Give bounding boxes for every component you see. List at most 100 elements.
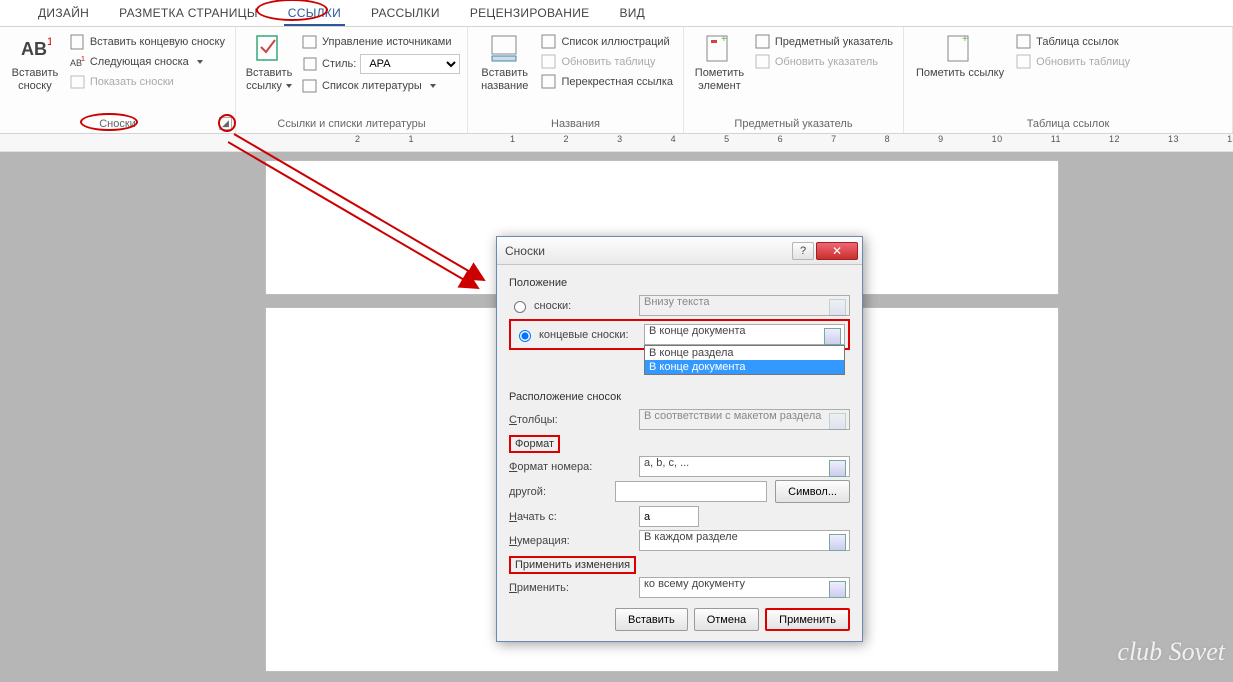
ruler-tick: 9 [938,134,944,144]
tab-view[interactable]: ВИД [615,4,649,26]
footnotes-location-value: Внизу текста [644,296,710,308]
endnotes-radio[interactable] [519,330,531,342]
group-citations: Вставить ссылку Управление источниками С… [236,27,468,133]
bibliography-label: Список литературы [322,80,422,92]
ribbon-tabs: ДИЗАЙН РАЗМЕТКА СТРАНИЦЫ ССЫЛКИ РАССЫЛКИ… [0,0,1233,27]
apply-to-label: Применить: [509,582,631,594]
update-toa-button[interactable]: Обновить таблицу [1014,53,1132,71]
ribbon: AB1 Вставить сноску Вставить концевую сн… [0,27,1233,134]
update-index-button[interactable]: Обновить указатель [753,53,895,71]
dialog-close-button[interactable]: ✕ [816,242,858,260]
start-at-input[interactable] [639,506,699,527]
update-tof-button[interactable]: Обновить таблицу [539,53,675,71]
crossref-icon [541,74,557,90]
group-captions: Вставить название Список иллюстраций Обн… [468,27,684,133]
group-index-label: Предметный указатель [692,116,895,133]
show-notes-label: Показать сноски [90,76,174,88]
svg-text:1: 1 [81,56,85,63]
footnotes-location-select: Внизу текста [639,295,850,316]
number-format-label: Формат номера: [509,461,631,473]
insert-caption-button[interactable]: Вставить название [476,31,533,94]
insert-toa-label: Таблица ссылок [1036,36,1119,48]
citation-style-select[interactable]: APA [360,54,460,74]
ruler-tick: 7 [831,134,837,144]
insert-toa-icon [1016,34,1032,50]
tab-page-layout[interactable]: РАЗМЕТКА СТРАНИЦЫ [115,4,262,26]
endnotes-location-select[interactable]: В конце документа [644,324,845,345]
footnotes-radio[interactable] [514,301,526,313]
section-position: Положение [509,277,850,289]
tab-references[interactable]: ССЫЛКИ [284,4,345,26]
dropdown-option-selected[interactable]: В конце документа [645,360,844,374]
insert-citation-button[interactable]: Вставить ссылку [244,31,294,94]
custom-mark-input[interactable] [615,481,767,502]
number-format-select[interactable]: a, b, c, ... [639,456,850,477]
numbering-select[interactable]: В каждом разделе [639,530,850,551]
table-of-figures-button[interactable]: Список иллюстраций [539,33,675,51]
manage-sources-button[interactable]: Управление источниками [300,33,462,51]
custom-mark-label: другой: [509,486,607,498]
ruler-tick: 13 [1168,134,1179,144]
citation-icon [253,33,285,65]
tab-mailings[interactable]: РАССЫЛКИ [367,4,444,26]
apply-to-select[interactable]: ко всему документу [639,577,850,598]
tab-design[interactable]: ДИЗАЙН [34,4,93,26]
section-format: Формат [509,435,560,453]
insert-footnote-label: Вставить сноску [12,67,59,92]
tof-label: Список иллюстраций [561,36,669,48]
footnotes-dialog: Сноски ? ✕ Положение сноски: Внизу текст… [496,236,863,642]
caption-icon [489,33,521,65]
citation-style-row: Стиль: APA [300,53,462,75]
apply-to-value: ко всему документу [644,578,745,590]
mark-entry-icon: + [703,33,735,65]
dialog-title-text: Сноски [505,244,545,258]
ruler-tick: 2 [355,134,361,144]
insert-button[interactable]: Вставить [615,608,688,631]
bibliography-button[interactable]: Список литературы [300,77,462,95]
dropdown-option[interactable]: В конце раздела [645,346,844,360]
group-index: + Пометить элемент Предметный указатель … [684,27,904,133]
update-toa-label: Обновить таблицу [1036,56,1130,68]
section-layout: Расположение сносок [509,391,850,403]
section-apply-changes: Применить изменения [509,556,636,574]
footnote-icon: AB1 [19,33,51,65]
number-format-value: a, b, c, ... [644,457,689,469]
cross-reference-button[interactable]: Перекрестная ссылка [539,73,675,91]
footnotes-radio-label: сноски: [534,300,571,312]
dialog-help-button[interactable]: ? [792,242,814,260]
horizontal-ruler[interactable]: 2 1 1 2 3 4 5 6 7 8 9 10 11 12 13 14 15 … [0,134,1233,152]
endnote-icon [70,34,86,50]
insert-endnote-button[interactable]: Вставить концевую сноску [68,33,227,51]
manage-sources-label: Управление источниками [322,36,451,48]
manage-sources-icon [302,34,318,50]
columns-select: В соответствии с макетом раздела [639,409,850,430]
symbol-button[interactable]: Символ... [775,480,850,503]
show-notes-button[interactable]: Показать сноски [68,73,227,91]
ruler-tick: 8 [885,134,891,144]
style-label: Стиль: [322,58,356,70]
dialog-titlebar[interactable]: Сноски ? ✕ [497,237,862,265]
ruler-tick: 1 [409,134,415,144]
group-footnotes-label: Сноски [8,116,227,133]
insert-footnote-button[interactable]: AB1 Вставить сноску [8,31,62,94]
insert-citation-label: Вставить ссылку [246,67,293,92]
apply-button[interactable]: Применить [765,608,850,631]
footnotes-dialog-launcher[interactable]: ◢ [219,117,232,130]
insert-index-label: Предметный указатель [775,36,893,48]
svg-text:AB: AB [21,39,47,59]
ruler-tick: 3 [617,134,623,144]
ruler-tick: 12 [1109,134,1120,144]
numbering-label: Нумерация: [509,535,631,547]
insert-toa-button[interactable]: Таблица ссылок [1014,33,1132,51]
mark-citation-button[interactable]: + Пометить ссылку [912,31,1008,82]
insert-index-button[interactable]: Предметный указатель [753,33,895,51]
tab-review[interactable]: РЕЦЕНЗИРОВАНИЕ [466,4,594,26]
mark-citation-icon: + [944,33,976,65]
tof-icon [541,34,557,50]
next-footnote-button[interactable]: AB1 Следующая сноска [68,53,227,71]
cancel-button[interactable]: Отмена [694,608,759,631]
columns-value: В соответствии с макетом раздела [644,410,821,422]
group-toa: + Пометить ссылку Таблица ссылок Обновит… [904,27,1233,133]
ruler-tick: 4 [671,134,677,144]
mark-entry-button[interactable]: + Пометить элемент [692,31,747,94]
